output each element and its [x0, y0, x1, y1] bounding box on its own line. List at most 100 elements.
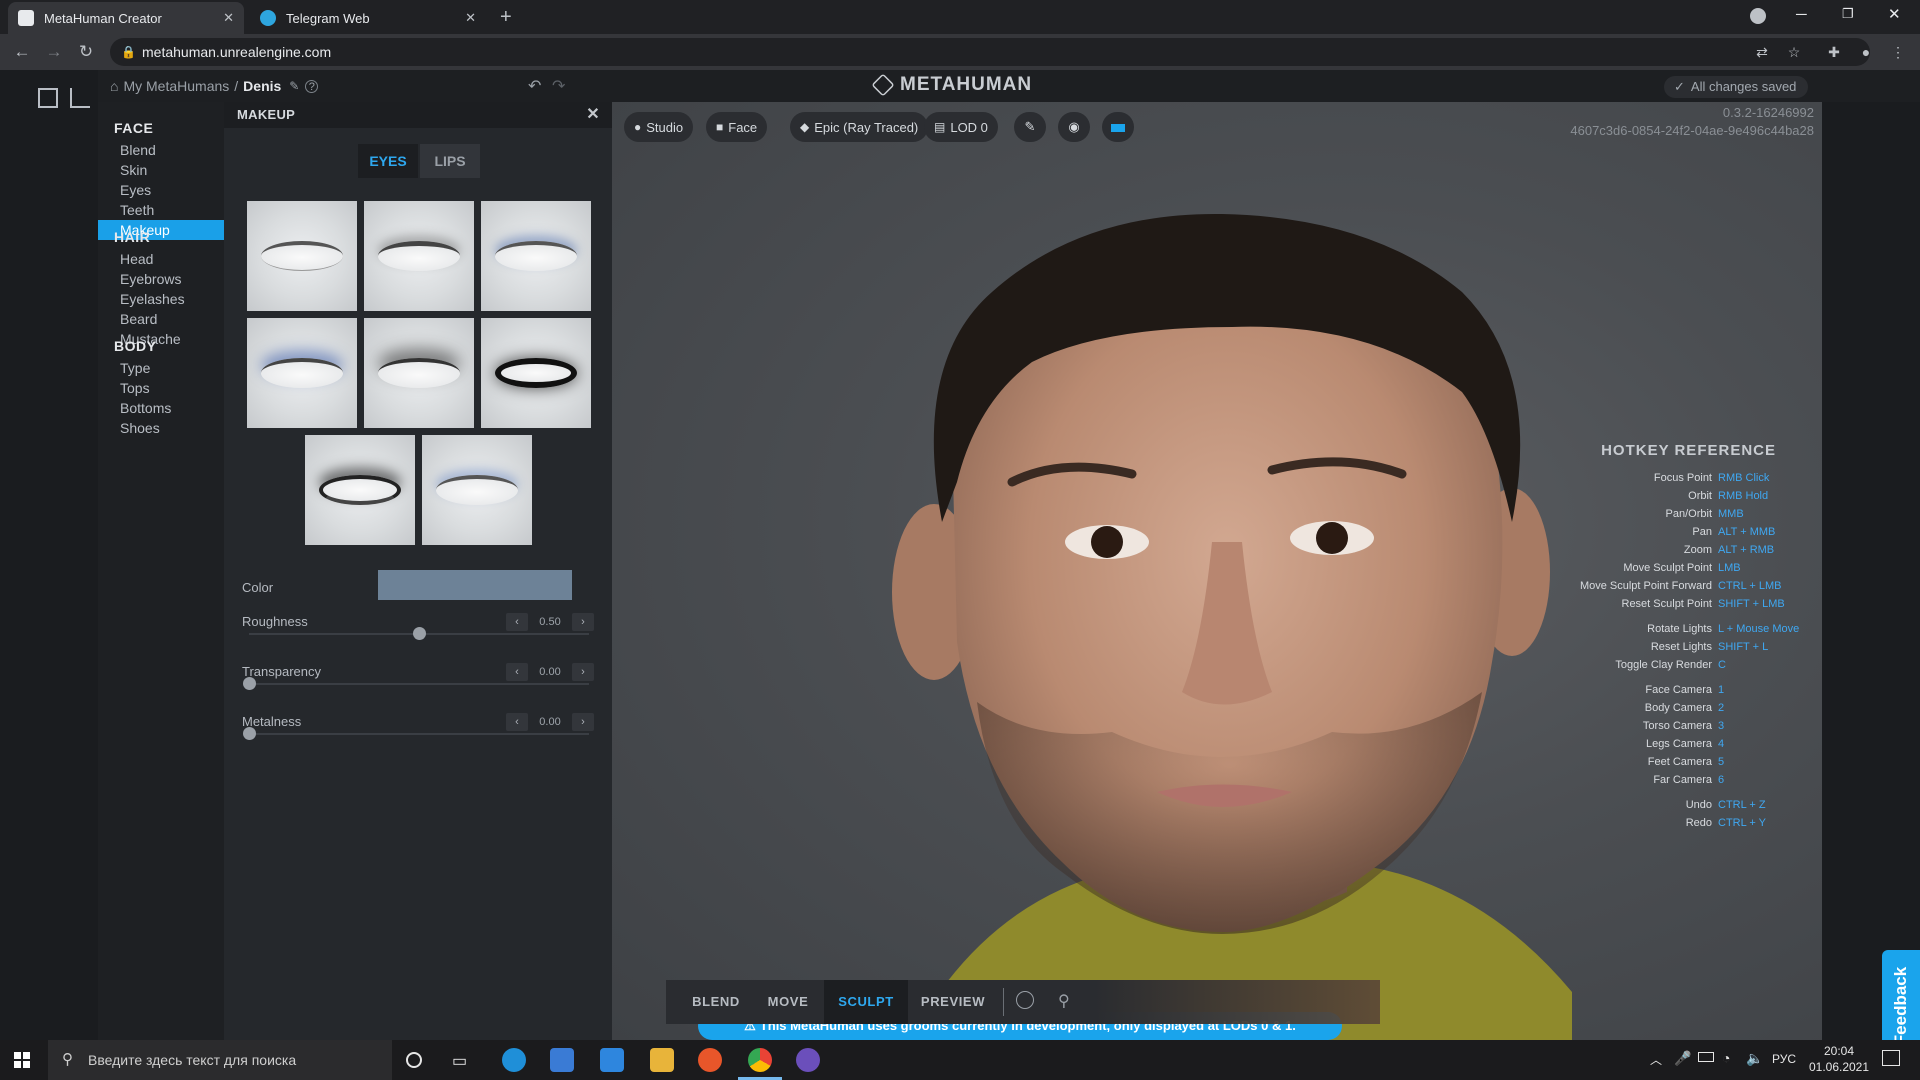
- battery-icon[interactable]: [1698, 1052, 1714, 1062]
- notification-center-icon[interactable]: [1882, 1050, 1900, 1066]
- close-window-icon[interactable]: ✕: [1888, 5, 1901, 23]
- profile-icon[interactable]: ●: [1854, 40, 1878, 64]
- tab-telegram-web[interactable]: Telegram Web ✕: [250, 2, 486, 34]
- hotkey-action: Redo: [1685, 817, 1712, 829]
- close-tab-icon[interactable]: ✕: [223, 10, 234, 26]
- makeup-preset-thumbnail[interactable]: [305, 435, 415, 545]
- sidebar-item-bottoms[interactable]: Bottoms: [98, 398, 224, 418]
- save-status-text: All changes saved: [1690, 79, 1797, 94]
- edge-icon[interactable]: [502, 1048, 526, 1072]
- transparency-value[interactable]: 0.00: [528, 663, 572, 681]
- tab-eyes[interactable]: EYES: [358, 144, 418, 178]
- color-swatch[interactable]: [378, 570, 572, 600]
- makeup-preset-thumbnail[interactable]: [247, 201, 357, 311]
- transparency-slider-handle[interactable]: [243, 677, 256, 690]
- hotkey-action: Move Sculpt Point Forward: [1579, 580, 1712, 592]
- makeup-preset-thumbnail[interactable]: [247, 318, 357, 428]
- language-indicator[interactable]: РУС: [1772, 1052, 1796, 1066]
- minimize-icon[interactable]: ─: [1796, 6, 1807, 23]
- symmetry-icon[interactable]: ⚲: [1058, 991, 1070, 1011]
- clock[interactable]: 20:04 01.06.2021: [1804, 1043, 1874, 1075]
- file-explorer-icon[interactable]: [650, 1048, 674, 1072]
- metalness-stepper[interactable]: ‹ 0.00 ›: [506, 713, 594, 731]
- taskbar-search-input[interactable]: ⚲ Введите здесь текст для поиска: [48, 1040, 392, 1080]
- translate-icon[interactable]: ⇄: [1750, 40, 1774, 64]
- roughness-slider-handle[interactable]: [413, 627, 426, 640]
- back-icon[interactable]: ←: [10, 40, 34, 64]
- sidebar-item-head[interactable]: Head: [98, 249, 224, 269]
- volume-icon[interactable]: 🔈: [1746, 1050, 1763, 1067]
- restore-icon[interactable]: ❐: [1842, 6, 1854, 22]
- address-bar[interactable]: 🔒 metahuman.unrealengine.com: [110, 38, 1870, 66]
- browser-menu-icon[interactable]: ⋮: [1886, 40, 1910, 64]
- redo-icon[interactable]: ↷: [552, 76, 565, 96]
- stats-icon[interactable]: [70, 88, 90, 108]
- wifi-icon[interactable]: ◔: [1722, 1050, 1730, 1066]
- decrement-icon[interactable]: ‹: [506, 713, 528, 731]
- makeup-preset-thumbnail[interactable]: [481, 318, 591, 428]
- mode-blend[interactable]: BLEND: [680, 980, 752, 1024]
- sidebar-item-skin[interactable]: Skin: [98, 160, 224, 180]
- firefox-icon[interactable]: [698, 1048, 722, 1072]
- tab-metahuman-creator[interactable]: MetaHuman Creator ✕: [8, 2, 244, 34]
- windows-start-icon[interactable]: [14, 1052, 30, 1068]
- decrement-icon[interactable]: ‹: [506, 663, 528, 681]
- mail-icon[interactable]: [600, 1048, 624, 1072]
- increment-icon[interactable]: ›: [572, 613, 594, 631]
- transparency-stepper[interactable]: ‹ 0.00 ›: [506, 663, 594, 681]
- metahuman-favicon-icon: [18, 10, 34, 26]
- decrement-icon[interactable]: ‹: [506, 613, 528, 631]
- sidebar-item-beard[interactable]: Beard: [98, 309, 224, 329]
- increment-icon[interactable]: ›: [572, 713, 594, 731]
- metalness-value[interactable]: 0.00: [528, 713, 572, 731]
- sidebar-item-eyes[interactable]: Eyes: [98, 180, 224, 200]
- messenger-icon[interactable]: [796, 1048, 820, 1072]
- 3d-viewport[interactable]: ● Studio ■ Face ◆ Epic (Ray Traced) ▤ LOD 0 …: [612, 102, 1822, 1040]
- forward-icon[interactable]: →: [42, 40, 66, 64]
- sidebar-item-tops[interactable]: Tops: [98, 378, 224, 398]
- makeup-preset-thumbnail[interactable]: [364, 201, 474, 311]
- fullscreen-icon[interactable]: [38, 88, 58, 108]
- mode-preview[interactable]: PREVIEW: [908, 980, 998, 1024]
- metalness-slider-handle[interactable]: [243, 727, 256, 740]
- sidebar-item-eyebrows[interactable]: Eyebrows: [98, 269, 224, 289]
- makeup-preset-thumbnail[interactable]: [364, 318, 474, 428]
- sidebar-item-shoes[interactable]: Shoes: [98, 418, 224, 438]
- help-icon[interactable]: ?: [305, 79, 319, 93]
- makeup-preset-thumbnail[interactable]: [481, 201, 591, 311]
- roughness-value[interactable]: 0.50: [528, 613, 572, 631]
- tab-lips[interactable]: LIPS: [420, 144, 480, 178]
- tab-search-icon[interactable]: [1750, 8, 1766, 24]
- sidebar-item-teeth[interactable]: Teeth: [98, 200, 224, 220]
- mode-sculpt[interactable]: SCULPT: [824, 980, 908, 1024]
- sidebar-item-blend[interactable]: Blend: [98, 140, 224, 160]
- close-panel-icon[interactable]: ✕: [586, 102, 600, 128]
- mode-move[interactable]: MOVE: [752, 980, 824, 1024]
- extensions-icon[interactable]: ✚: [1822, 40, 1846, 64]
- sidebar-item-type[interactable]: Type: [98, 358, 224, 378]
- bookmark-star-icon[interactable]: ☆: [1782, 40, 1806, 64]
- close-tab-icon[interactable]: ✕: [465, 10, 476, 26]
- sidebar-item-eyelashes[interactable]: Eyelashes: [98, 289, 224, 309]
- roughness-stepper[interactable]: ‹ 0.50 ›: [506, 613, 594, 631]
- hotkey-key: ALT + RMB: [1718, 544, 1775, 556]
- makeup-preset-thumbnail[interactable]: [422, 435, 532, 545]
- increment-icon[interactable]: ›: [572, 663, 594, 681]
- hotkey-key: 3: [1718, 720, 1725, 732]
- edit-name-icon[interactable]: ✎: [289, 79, 299, 93]
- info-icon[interactable]: [1016, 991, 1034, 1009]
- task-view-icon[interactable]: ▭: [452, 1051, 467, 1071]
- metalness-slider-track[interactable]: [249, 733, 589, 735]
- microphone-icon[interactable]: 🎤: [1674, 1050, 1691, 1067]
- tray-chevron-icon[interactable]: ︿: [1650, 1051, 1662, 1068]
- hotkey-action: Focus Point: [1653, 472, 1712, 484]
- breadcrumb-root[interactable]: My MetaHumans: [123, 78, 229, 94]
- store-icon[interactable]: [550, 1048, 574, 1072]
- chrome-icon[interactable]: [748, 1048, 772, 1072]
- home-icon[interactable]: ⌂: [110, 78, 118, 94]
- cortana-icon[interactable]: [406, 1052, 422, 1068]
- undo-icon[interactable]: ↶: [528, 76, 541, 96]
- reload-icon[interactable]: ↻: [74, 40, 98, 64]
- transparency-slider-track[interactable]: [249, 683, 589, 685]
- new-tab-button[interactable]: +: [500, 6, 512, 29]
